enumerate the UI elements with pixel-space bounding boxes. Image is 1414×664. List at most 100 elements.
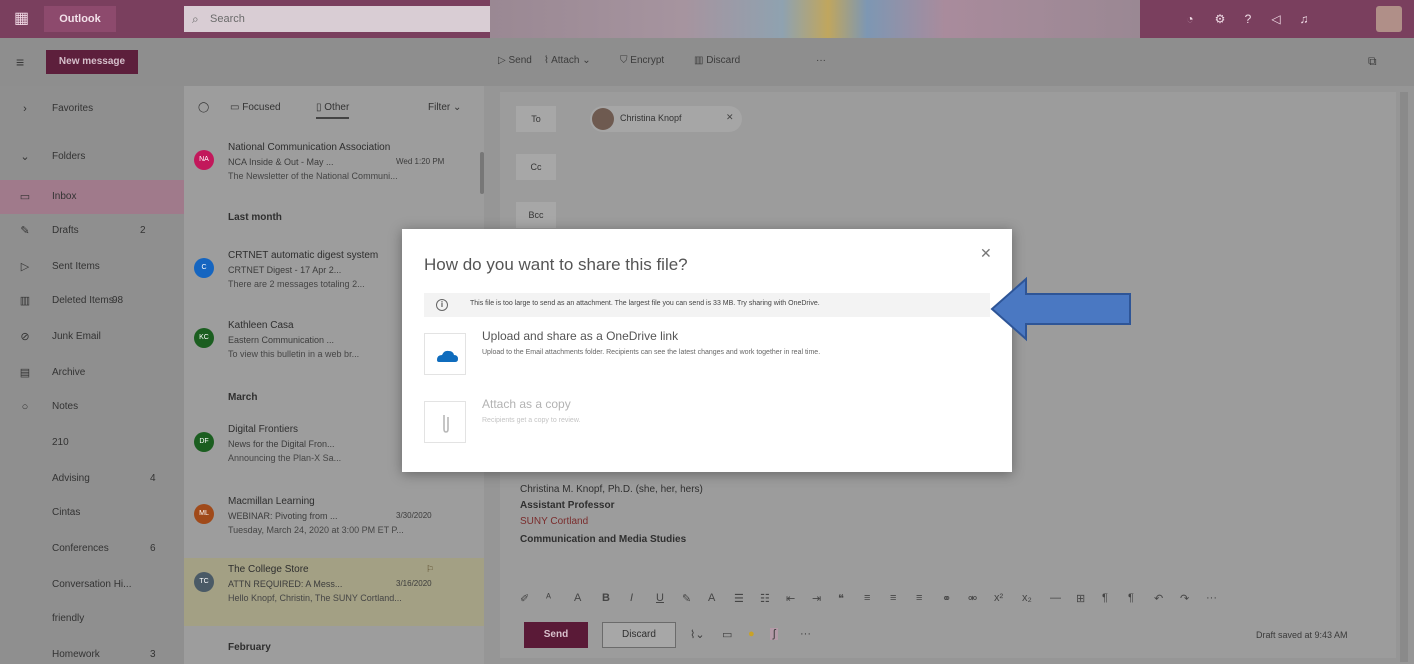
table-icon[interactable]: ⊞ — [1076, 592, 1085, 605]
onedrive-icon — [424, 333, 466, 375]
send-button[interactable]: Send — [524, 622, 588, 648]
nav-item-favorites[interactable]: › Favorites — [0, 92, 184, 126]
signature-icon[interactable]: ʃ — [770, 628, 779, 640]
redo-icon[interactable]: ↷ — [1180, 592, 1189, 605]
nav-item-conferences[interactable]: Conferences 6 — [0, 532, 184, 566]
search-icon: ⌕ — [192, 12, 199, 26]
superscript-icon[interactable]: x² — [994, 592, 1003, 604]
gear-icon[interactable]: ⚙ — [1212, 11, 1228, 27]
message-sender: Macmillan Learning — [228, 496, 315, 507]
align-left-icon[interactable]: ≡ — [864, 592, 870, 604]
message-preview: Hello Knopf, Christin, The SUNY Cortland… — [228, 593, 402, 603]
strikethrough-icon[interactable]: — — [1050, 592, 1061, 604]
recipient-name: Christina Knopf — [620, 113, 682, 123]
app-name[interactable]: Outlook — [44, 6, 116, 32]
megaphone-icon[interactable]: ◁ — [1268, 11, 1284, 27]
emoji-icon[interactable]: ● — [748, 628, 755, 640]
list-item[interactable]: NA National Communication Association NC… — [184, 136, 484, 204]
font-size-icon[interactable]: ᴬ — [546, 592, 551, 604]
list-item[interactable]: TC The College Store ⚐ ATTN REQUIRED: A … — [184, 558, 484, 626]
italic-icon[interactable]: I — [630, 592, 633, 604]
undo-icon[interactable]: ↶ — [1154, 592, 1163, 605]
app-launcher-icon[interactable]: ▦ — [14, 10, 32, 28]
sender-avatar: NA — [194, 150, 214, 170]
select-all-icon[interactable]: ◯ — [198, 102, 209, 113]
search-input[interactable]: ⌕ Search — [184, 6, 490, 32]
ltr-icon[interactable]: ¶ — [1102, 592, 1108, 604]
list-item[interactable]: ML Macmillan Learning WEBINAR: Pivoting … — [184, 490, 484, 558]
remove-recipient-icon[interactable]: ✕ — [726, 112, 734, 123]
send-icon: ▷ — [498, 55, 509, 66]
nav-item-inbox[interactable]: ▭ Inbox — [0, 180, 184, 214]
tab-focused[interactable]: ▭ Focused — [230, 102, 281, 113]
nav-item-folders[interactable]: ⌄ Folders — [0, 140, 184, 174]
subscript-icon[interactable]: x₂ — [1022, 592, 1032, 604]
attach-icon[interactable]: ⌇⌄ — [690, 628, 705, 641]
sender-avatar: TC — [194, 572, 214, 592]
link-icon[interactable]: ⚭ — [942, 592, 951, 605]
nav-item-junk[interactable]: ⊘ Junk Email — [0, 320, 184, 354]
bullets-icon[interactable]: ☰ — [734, 592, 744, 605]
increase-indent-icon[interactable]: ⇥ — [812, 592, 821, 605]
bell-icon[interactable]: ♫ — [1296, 11, 1312, 27]
font-color-icon[interactable]: A — [708, 592, 715, 604]
nav-label: friendly — [52, 613, 85, 624]
nav-item-deleted[interactable]: ▥ Deleted Items 98 — [0, 284, 184, 318]
rtl-icon[interactable]: ¶ — [1128, 592, 1134, 604]
bcc-button[interactable]: Bcc — [516, 202, 556, 228]
recipient-chip[interactable]: Christina Knopf ✕ — [590, 106, 742, 132]
nav-item-drafts[interactable]: ✎ Drafts 2 — [0, 214, 184, 248]
filter-button[interactable]: Filter ⌄ — [428, 102, 461, 113]
insert-image-icon[interactable]: ▭ — [722, 628, 732, 641]
quote-icon[interactable]: ❝ — [838, 592, 844, 605]
compose-scrollbar[interactable] — [1400, 92, 1408, 662]
hamburger-icon[interactable]: ≡ — [16, 54, 24, 70]
align-center-icon[interactable]: ≡ — [890, 592, 896, 604]
nav-item-homework[interactable]: Homework 3 — [0, 638, 184, 664]
font-icon[interactable]: A — [574, 592, 581, 604]
nav-item-advising[interactable]: Advising 4 — [0, 462, 184, 496]
tab-other[interactable]: ▯ Other — [316, 102, 350, 119]
encrypt-toolbar-button[interactable]: ⛉ Encrypt — [620, 55, 664, 66]
align-right-icon[interactable]: ≡ — [916, 592, 922, 604]
popout-icon[interactable]: ⧉ — [1368, 54, 1377, 69]
folder-pane: › Favorites ⌄ Folders ▭ Inbox ✎ Drafts 2 ▷ Sen… — [0, 86, 184, 664]
nav-item-notes[interactable]: ○ Notes — [0, 390, 184, 424]
message-subject: CRTNET Digest - 17 Apr 2... — [228, 265, 342, 275]
new-message-button[interactable]: New message — [46, 50, 138, 74]
send-toolbar-button[interactable]: ▷ Send — [498, 55, 532, 66]
decrease-indent-icon[interactable]: ⇤ — [786, 592, 795, 605]
nav-item-210[interactable]: 210 — [0, 426, 184, 460]
nav-label: Notes — [52, 401, 79, 412]
attach-toolbar-button[interactable]: ⌇ Attach ⌄ — [544, 55, 591, 66]
nav-item-cintas[interactable]: Cintas — [0, 496, 184, 530]
signature-org[interactable]: SUNY Cortland — [520, 516, 588, 527]
nav-label: Deleted Items — [52, 295, 114, 306]
more-formatting-icon[interactable]: ··· — [1206, 592, 1217, 604]
help-icon[interactable]: ? — [1240, 11, 1256, 27]
discard-toolbar-button[interactable]: ▥ Discard — [694, 55, 740, 66]
nav-label: Homework — [52, 649, 100, 660]
numbering-icon[interactable]: ☷ — [760, 592, 770, 605]
more-options-icon[interactable]: ··· — [816, 55, 826, 66]
nav-item-sent[interactable]: ▷ Sent Items — [0, 250, 184, 284]
nav-item-conversation-history[interactable]: Conversation Hi... — [0, 568, 184, 602]
underline-icon[interactable]: U — [656, 592, 664, 604]
message-list-tabs: ◯ ▭ Focused ▯ Other Filter ⌄ — [184, 86, 484, 132]
highlight-icon[interactable]: ✎ — [682, 592, 691, 605]
flag-icon[interactable]: ⚐ — [426, 564, 434, 575]
unlink-icon[interactable]: ⚮ — [968, 592, 977, 605]
nav-item-friendly[interactable]: friendly — [0, 602, 184, 636]
skype-icon[interactable]: ◔ — [1182, 11, 1198, 27]
more-actions-icon[interactable]: ··· — [800, 628, 811, 640]
bold-icon[interactable]: B — [602, 592, 610, 604]
cc-button[interactable]: Cc — [516, 154, 556, 180]
message-sender: Kathleen Casa — [228, 320, 294, 331]
to-button[interactable]: To — [516, 106, 556, 132]
avatar[interactable] — [1376, 6, 1402, 32]
close-icon[interactable]: ✕ — [980, 245, 992, 262]
nav-item-archive[interactable]: ▤ Archive — [0, 356, 184, 390]
discard-button[interactable]: Discard — [602, 622, 676, 648]
onedrive-link-option[interactable]: Upload and share as a OneDrive link Uplo… — [424, 329, 990, 383]
format-painter-icon[interactable]: ✐ — [520, 592, 529, 605]
